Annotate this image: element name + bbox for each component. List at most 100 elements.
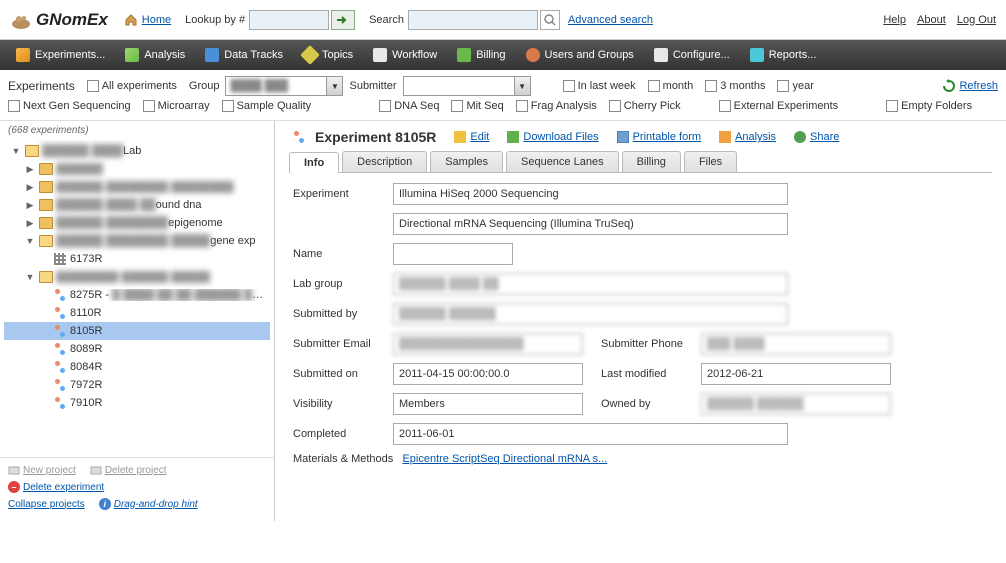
last-modified-field: 2012-06-21 [701,363,891,385]
group-combo[interactable]: ████ ███▼ [225,76,343,96]
mit-seq-checkbox[interactable]: Mit Seq [451,100,503,112]
help-link[interactable]: Help [883,14,906,26]
edit-link[interactable]: Edit [454,131,489,143]
tree-folder[interactable]: ▶██████ [4,160,270,178]
collapse-projects-link[interactable]: Collapse projects [8,499,85,510]
microarray-checkbox[interactable]: Microarray [143,100,210,112]
cherry-pick-checkbox[interactable]: Cherry Pick [609,100,681,112]
analysis-icon [719,131,731,143]
tab-billing[interactable]: Billing [622,151,681,172]
sidebar: (668 experiments) ▼██████ ████ Lab ▶████… [0,121,275,521]
print-icon [617,131,629,143]
experiment-label: Experiment [293,188,393,200]
menu-analysis[interactable]: Analysis [115,40,195,70]
sample-quality-checkbox[interactable]: Sample Quality [222,100,312,112]
logout-link[interactable]: Log Out [957,14,996,26]
experiment-icon [53,325,67,337]
advanced-search-link[interactable]: Advanced search [568,14,653,26]
tab-files[interactable]: Files [684,151,737,172]
tree-item-8275[interactable]: 8275R - █ ████ ██ ██ ██████ ███ [4,286,270,304]
year-checkbox[interactable]: year [777,80,813,92]
search-input[interactable] [408,10,538,30]
share-link[interactable]: Share [794,131,839,143]
last-modified-label: Last modified [601,368,701,380]
tree-item-8110[interactable]: 8110R [4,304,270,322]
experiments-title: Experiments [8,79,75,93]
home-link[interactable]: Home [124,13,171,27]
tab-sequence-lanes[interactable]: Sequence Lanes [506,151,619,172]
tree-item-7910[interactable]: 7910R [4,394,270,412]
menu-users-groups[interactable]: Users and Groups [516,40,644,70]
tree-item-8105[interactable]: 8105R [4,322,270,340]
name-label: Name [293,248,393,260]
billing-icon [457,48,471,62]
detail-header: Experiment 8105R Edit Download Files Pri… [289,129,992,145]
tree-item-7972[interactable]: 7972R [4,376,270,394]
filter-bar: Experiments All experiments Group ████ █… [0,70,1006,121]
next-gen-checkbox[interactable]: Next Gen Sequencing [8,100,131,112]
experiment-tree[interactable]: ▼██████ ████ Lab ▶██████ ▶██████ ███████… [0,140,274,457]
analysis-icon [125,48,139,62]
download-link[interactable]: Download Files [507,131,598,143]
lookup-label: Lookup by # [185,14,245,26]
folder-icon [39,271,53,283]
new-project-link[interactable]: New project [8,464,76,476]
experiment-icon [53,397,67,409]
folder-icon [39,235,53,247]
tree-item-6173[interactable]: 6173R [4,250,270,268]
menu-reports[interactable]: Reports... [740,40,827,70]
external-exp-checkbox[interactable]: External Experiments [719,100,839,112]
home-label[interactable]: Home [142,14,171,26]
tab-info[interactable]: Info [289,152,339,173]
about-link[interactable]: About [917,14,946,26]
tab-samples[interactable]: Samples [430,151,503,172]
menu-workflow[interactable]: Workflow [363,40,447,70]
experiment-icon [292,131,306,143]
tree-lab-root[interactable]: ▼██████ ████ Lab [4,142,270,160]
main-menubar: Experiments... Analysis Data Tracks Topi… [0,40,1006,70]
name-field[interactable] [393,243,513,265]
workflow-icon [373,48,387,62]
tree-item-8084[interactable]: 8084R [4,358,270,376]
drag-hint-link[interactable]: iDrag-and-drop hint [99,498,198,510]
delete-experiment-link[interactable]: –Delete experiment [8,481,104,493]
tree-folder-sub[interactable]: ▼████████ ██████ █████ [4,268,270,286]
lookup-input[interactable] [249,10,329,30]
all-experiments-checkbox[interactable]: All experiments [87,80,177,92]
experiment-icon [53,361,67,373]
tree-folder-gene[interactable]: ▼██████ ████████ █████ gene exp [4,232,270,250]
three-months-checkbox[interactable]: 3 months [705,80,765,92]
refresh-link[interactable]: Refresh [942,79,998,93]
printable-link[interactable]: Printable form [617,131,701,143]
search-button[interactable] [540,10,560,30]
menu-configure[interactable]: Configure... [644,40,740,70]
experiments-icon [16,48,30,62]
top-header: GNomEx Home Lookup by # Search Advanced … [0,0,1006,40]
tree-folder[interactable]: ▶██████ ████ ██ ound dna [4,196,270,214]
tree-item-8089[interactable]: 8089R [4,340,270,358]
lookup-go-button[interactable] [331,10,355,30]
month-checkbox[interactable]: month [648,80,694,92]
visibility-label: Visibility [293,398,393,410]
tree-folder[interactable]: ▶██████ ████████ ████████ [4,178,270,196]
experiment-field-2: Directional mRNA Sequencing (Illumina Tr… [393,213,788,235]
search-label: Search [369,14,404,26]
submitter-combo[interactable]: ▼ [403,76,531,96]
menu-topics[interactable]: Topics [293,40,363,70]
analysis-link[interactable]: Analysis [719,131,776,143]
empty-folders-checkbox[interactable]: Empty Folders [886,100,972,112]
menu-experiments[interactable]: Experiments... [6,40,115,70]
tab-description[interactable]: Description [342,151,427,172]
lab-group-field: ██████ ████ ██ [393,273,788,295]
menu-data-tracks[interactable]: Data Tracks [195,40,293,70]
main-panel: (668 experiments) ▼██████ ████ Lab ▶████… [0,121,1006,521]
materials-link[interactable]: Epicentre ScriptSeq Directional mRNA s..… [402,453,607,465]
last-week-checkbox[interactable]: In last week [563,80,636,92]
data-tracks-icon [205,48,219,62]
frag-analysis-checkbox[interactable]: Frag Analysis [516,100,597,112]
delete-project-link[interactable]: Delete project [90,464,167,476]
menu-billing[interactable]: Billing [447,40,515,70]
configure-icon [654,48,668,62]
tree-folder[interactable]: ▶██████ ████████ epigenome [4,214,270,232]
dna-seq-checkbox[interactable]: DNA Seq [379,100,439,112]
